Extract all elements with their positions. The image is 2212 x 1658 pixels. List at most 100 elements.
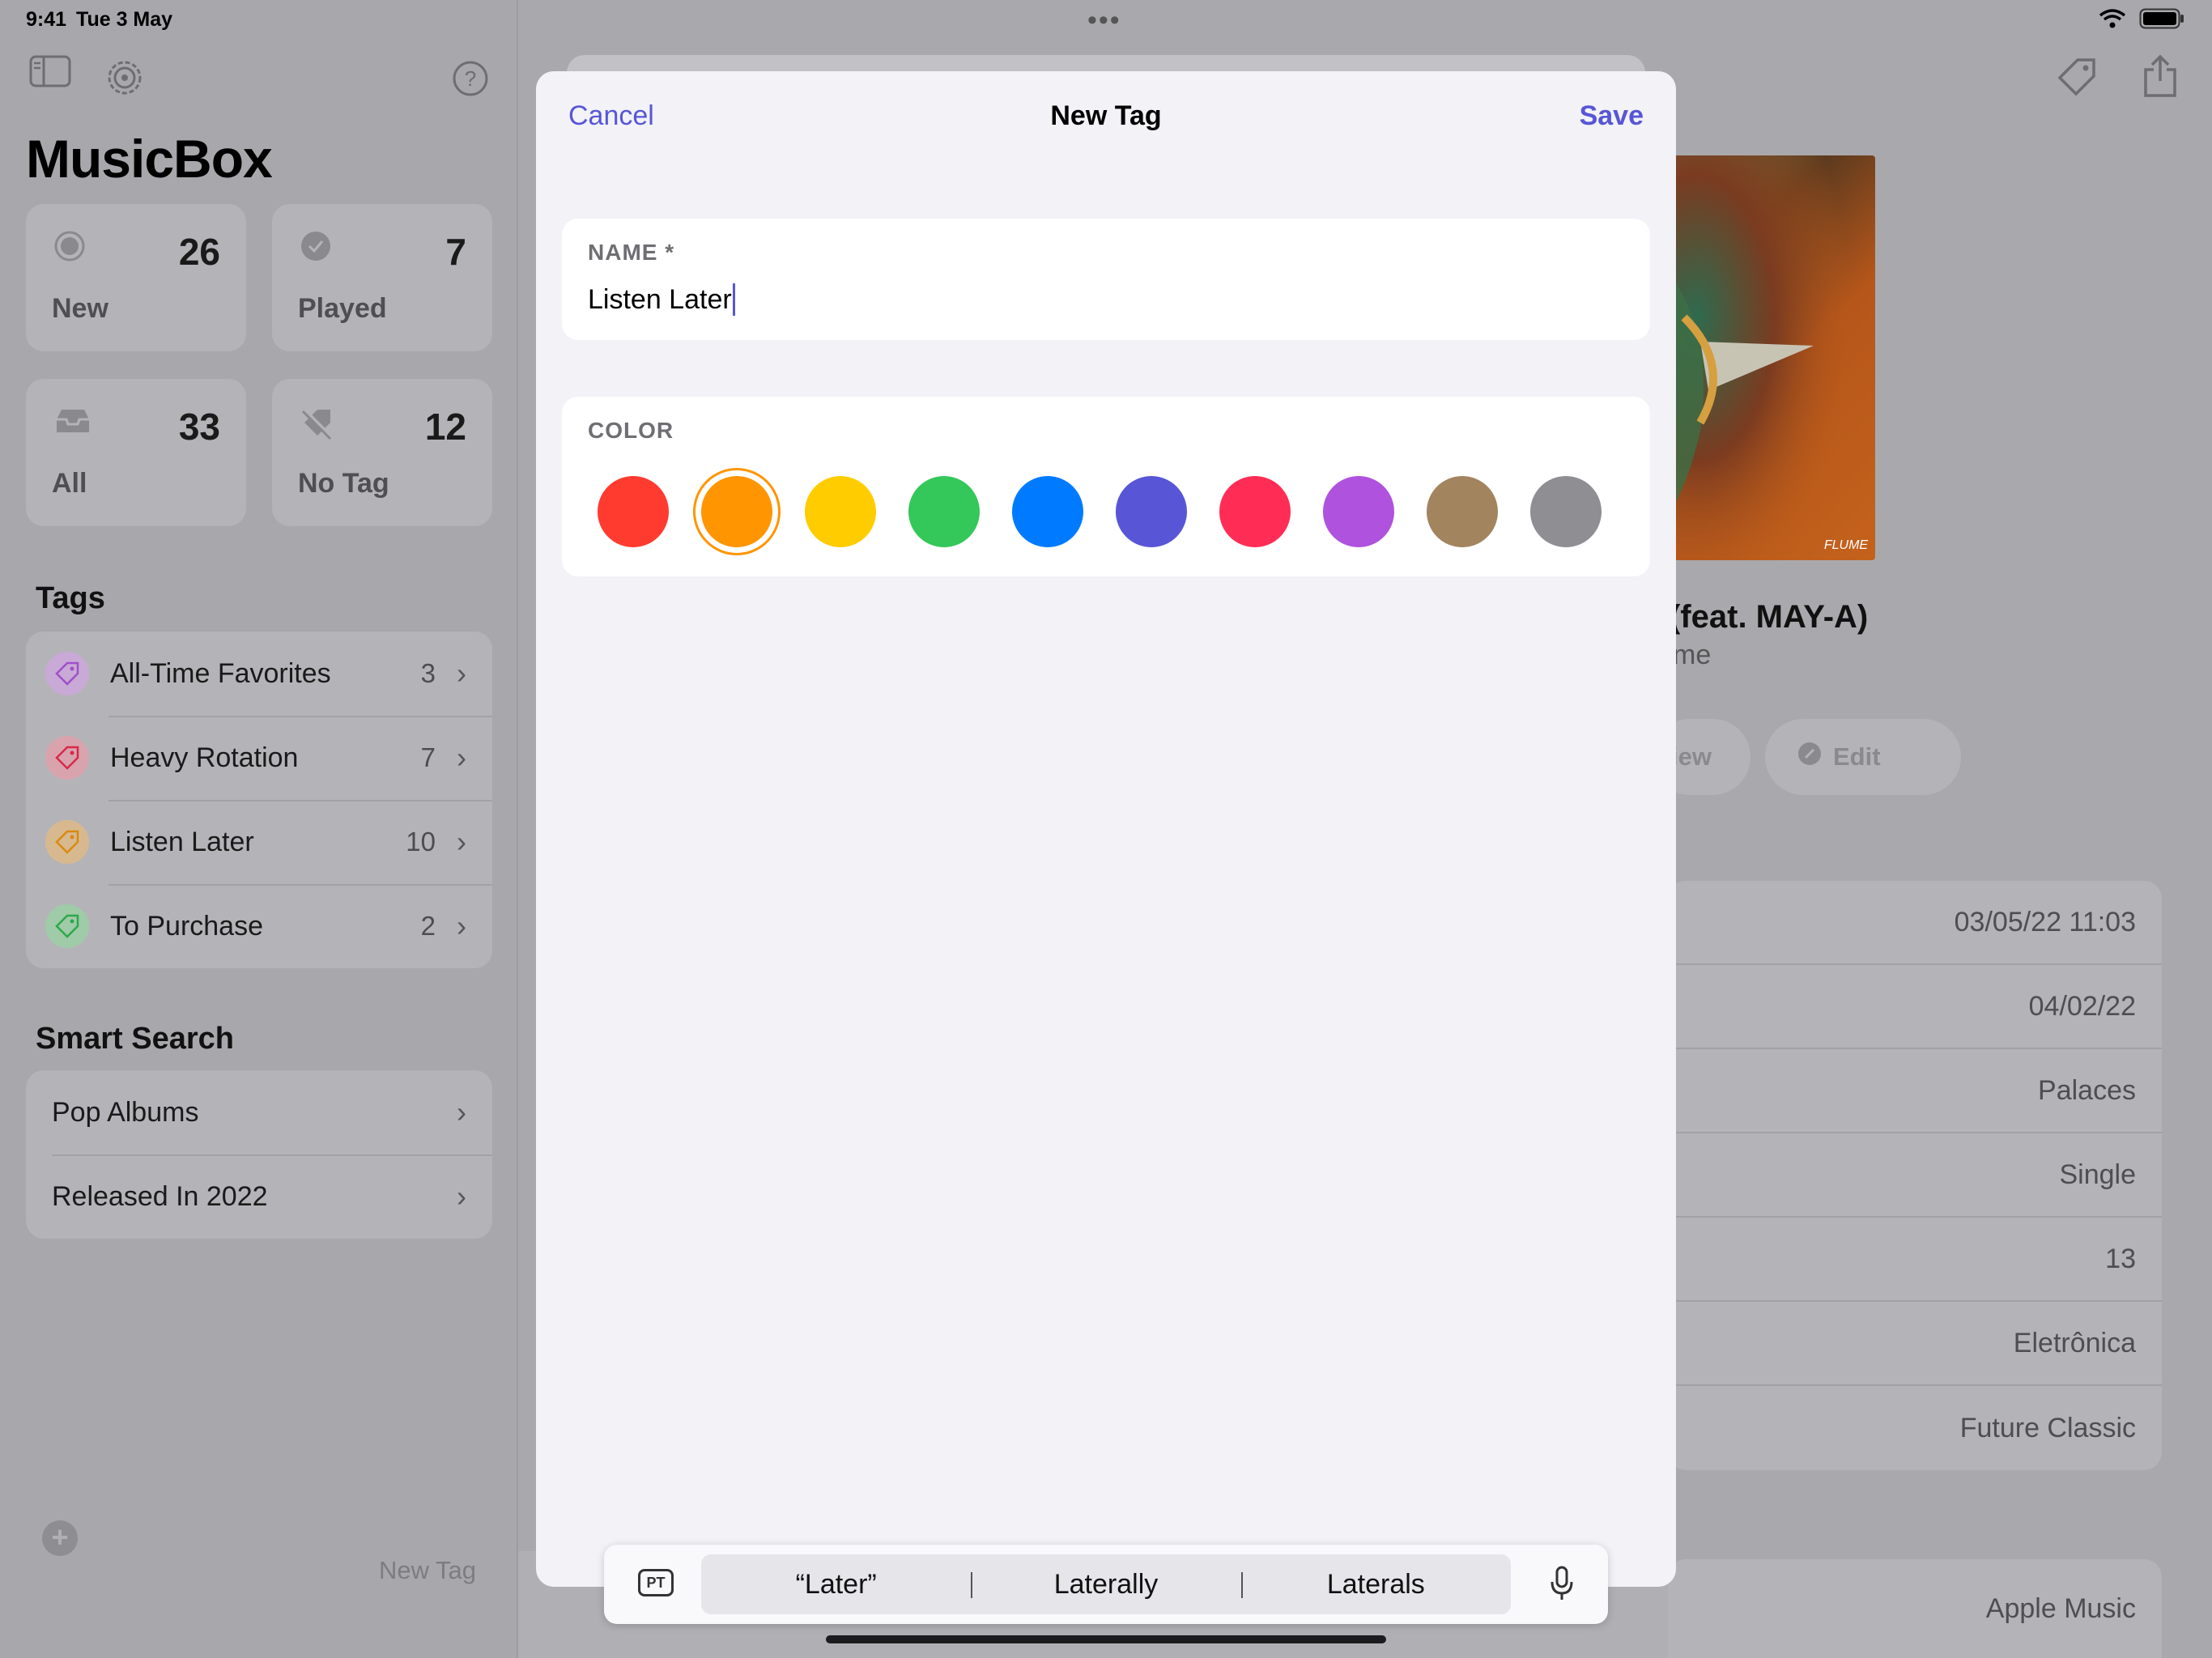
tag-row-all-time-favorites[interactable]: All-Time Favorites 3 ›	[26, 631, 492, 716]
tray-icon	[53, 405, 92, 441]
color-swatch[interactable]	[1116, 476, 1187, 547]
stat-card-new[interactable]: 26 New	[26, 204, 246, 351]
text-caret	[732, 283, 735, 316]
smart-search-name: Pop Albums	[52, 1096, 199, 1128]
help-icon[interactable]: ?	[452, 60, 489, 101]
edit-button-label: Edit	[1833, 742, 1881, 771]
smart-search-row-pop-albums[interactable]: Pop Albums ›	[26, 1070, 492, 1154]
status-date: Tue 3 May	[76, 8, 173, 31]
stat-count: 26	[178, 231, 220, 273]
color-swatch[interactable]	[1012, 476, 1083, 547]
stat-label: All	[52, 468, 87, 499]
chevron-right-icon: ›	[457, 741, 466, 774]
color-swatch[interactable]	[1219, 476, 1291, 547]
artwork-label: FLUME	[1824, 538, 1869, 552]
tag-toolbar-icon[interactable]	[2057, 57, 2099, 103]
status-time: 9:41	[26, 8, 67, 31]
checkmark-circle-icon	[300, 230, 332, 266]
color-swatch[interactable]	[693, 468, 781, 555]
suggestions-strip: “Later” Laterally Laterals	[701, 1554, 1511, 1614]
color-swatch[interactable]	[805, 476, 876, 547]
color-swatch[interactable]	[598, 476, 669, 547]
song-title: (feat. MAY-A)	[1670, 599, 1869, 635]
chevron-right-icon: ›	[457, 1095, 466, 1129]
chevron-right-icon: ›	[457, 825, 466, 858]
detail-row: 03/05/22 11:03	[1668, 881, 2162, 965]
add-plus-icon[interactable]: +	[42, 1520, 78, 1556]
svg-text:?: ?	[465, 66, 476, 91]
detail-row: Single	[1668, 1133, 2162, 1218]
tag-row-listen-later[interactable]: Listen Later 10 ›	[26, 800, 492, 884]
settings-gear-icon[interactable]	[105, 58, 144, 101]
color-swatch[interactable]	[1427, 476, 1498, 547]
tag-count: 2	[420, 911, 436, 941]
suggestion-item[interactable]: “Later”	[701, 1569, 971, 1601]
detail-info-list: 03/05/22 11:03 04/02/22 Palaces Single 1…	[1668, 881, 2162, 1470]
smart-search-list: Pop Albums › Released In 2022 ›	[26, 1070, 492, 1239]
status-bar-time: 9:41 Tue 3 May	[26, 8, 172, 32]
tag-row-to-purchase[interactable]: To Purchase 2 ›	[26, 884, 492, 968]
new-tag-sheet: New Tag Cancel Save NAME * Listen Later …	[536, 71, 1676, 1587]
album-artwork[interactable]: FLUME	[1652, 155, 1875, 560]
song-artist: me	[1673, 640, 1712, 670]
chevron-right-icon: ›	[457, 657, 466, 690]
sidebar: 9:41 Tue 3 May ? MusicBox 26 New 7 Played…	[0, 0, 518, 1658]
suggestion-item[interactable]: Laterally	[971, 1569, 1240, 1601]
tag-name: Heavy Rotation	[110, 742, 299, 773]
new-tag-footer-label[interactable]: New Tag	[379, 1556, 476, 1585]
detail-row: Palaces	[1668, 1049, 2162, 1133]
suggestion-item[interactable]: Laterals	[1240, 1569, 1511, 1601]
stat-label: No Tag	[298, 468, 389, 499]
stat-count: 33	[178, 406, 220, 448]
tag-name-input[interactable]: Listen Later	[588, 283, 1624, 316]
color-swatch[interactable]	[908, 476, 980, 547]
stat-card-no-tag[interactable]: 12 No Tag	[272, 379, 492, 526]
detail-source-row: Apple Music	[1668, 1559, 2162, 1658]
wifi-icon	[2099, 8, 2126, 33]
pencil-circle-icon	[1797, 742, 1822, 772]
cancel-button[interactable]: Cancel	[568, 100, 654, 132]
smart-search-row-released-2022[interactable]: Released In 2022 ›	[26, 1154, 492, 1239]
color-picker-card: COLOR	[562, 397, 1650, 576]
home-indicator[interactable]	[826, 1635, 1386, 1643]
new-circle-icon	[53, 230, 86, 266]
name-field-label: NAME *	[588, 240, 675, 265]
tags-section-title: Tags	[36, 581, 105, 615]
tags-list: All-Time Favorites 3 › Heavy Rotation 7 …	[26, 631, 492, 968]
status-bar-indicators	[2099, 8, 2184, 33]
tag-name: To Purchase	[110, 910, 263, 942]
tag-count: 7	[420, 742, 436, 772]
name-field-card: NAME * Listen Later	[562, 219, 1650, 340]
keyboard-suggestion-bar: PT “Later” Laterally Laterals	[604, 1545, 1608, 1624]
tag-icon	[45, 820, 89, 864]
detail-row: 13	[1668, 1218, 2162, 1302]
keyboard-language-icon[interactable]: PT	[638, 1569, 674, 1596]
microphone-icon[interactable]	[1550, 1566, 1574, 1605]
smart-search-name: Released In 2022	[52, 1180, 268, 1212]
color-swatch[interactable]	[1323, 476, 1394, 547]
tag-row-heavy-rotation[interactable]: Heavy Rotation 7 ›	[26, 716, 492, 800]
tag-count: 3	[420, 658, 436, 688]
detail-row: Future Classic	[1959, 1412, 2136, 1443]
tag-count: 10	[406, 827, 436, 857]
stat-count: 7	[445, 231, 466, 273]
sidebar-toggle-icon[interactable]	[29, 55, 71, 91]
share-icon[interactable]	[2142, 53, 2178, 103]
stat-card-all[interactable]: 33 All	[26, 379, 246, 526]
sheet-title: New Tag	[1050, 100, 1162, 131]
stat-label: New	[52, 293, 108, 324]
color-swatch[interactable]	[1530, 476, 1602, 547]
stat-card-played[interactable]: 7 Played	[272, 204, 492, 351]
chevron-right-icon: ›	[457, 909, 466, 942]
tag-icon	[45, 736, 89, 780]
tag-name: All-Time Favorites	[110, 657, 331, 689]
detail-row: Eletrônica	[1668, 1302, 2162, 1386]
detail-row: 04/02/22	[1668, 965, 2162, 1049]
save-button[interactable]: Save	[1580, 100, 1644, 132]
app-title: MusicBox	[26, 129, 273, 189]
battery-icon	[2139, 8, 2184, 33]
tag-name: Listen Later	[110, 826, 254, 857]
edit-button[interactable]: Edit	[1765, 719, 1961, 795]
multitasking-dots-icon[interactable]: •••	[1087, 6, 1121, 34]
tag-icon	[45, 904, 89, 948]
